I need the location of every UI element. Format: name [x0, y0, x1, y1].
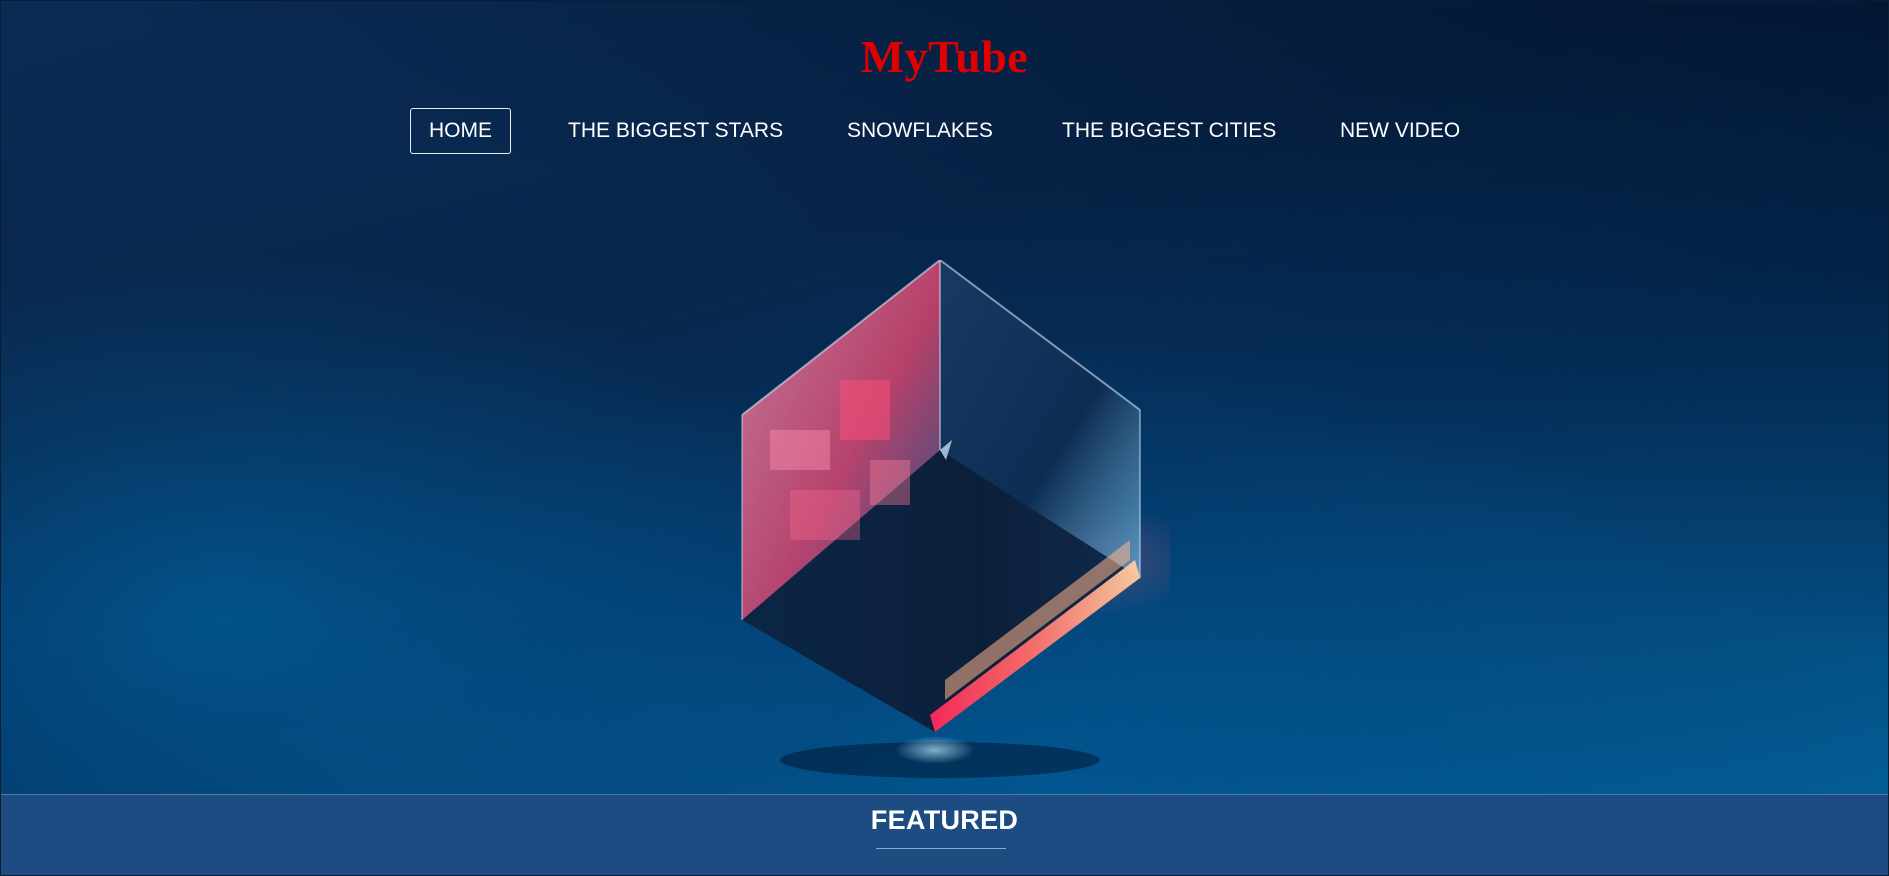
featured-underline-divider — [876, 848, 1006, 849]
hero-cube-image — [730, 258, 1210, 780]
site-logo-title[interactable]: MyTube — [0, 30, 1889, 83]
nav-item-snowflakes[interactable]: SNOWFLAKES — [828, 108, 1012, 154]
nav-item-home[interactable]: HOME — [410, 108, 511, 154]
featured-section-bar: FEATURED — [0, 794, 1889, 876]
nav-item-new-video[interactable]: NEW VIDEO — [1321, 108, 1479, 154]
nav-item-biggest-cities[interactable]: THE BIGGEST CITIES — [1043, 108, 1295, 154]
cube-illustration — [741, 258, 1210, 778]
main-nav: HOME THE BIGGEST STARS SNOWFLAKES THE BI… — [0, 108, 1889, 154]
page: MyTube HOME THE BIGGEST STARS SNOWFLAKES… — [0, 0, 1889, 876]
nav-item-biggest-stars[interactable]: THE BIGGEST STARS — [549, 108, 802, 154]
featured-heading: FEATURED — [870, 805, 1019, 835]
